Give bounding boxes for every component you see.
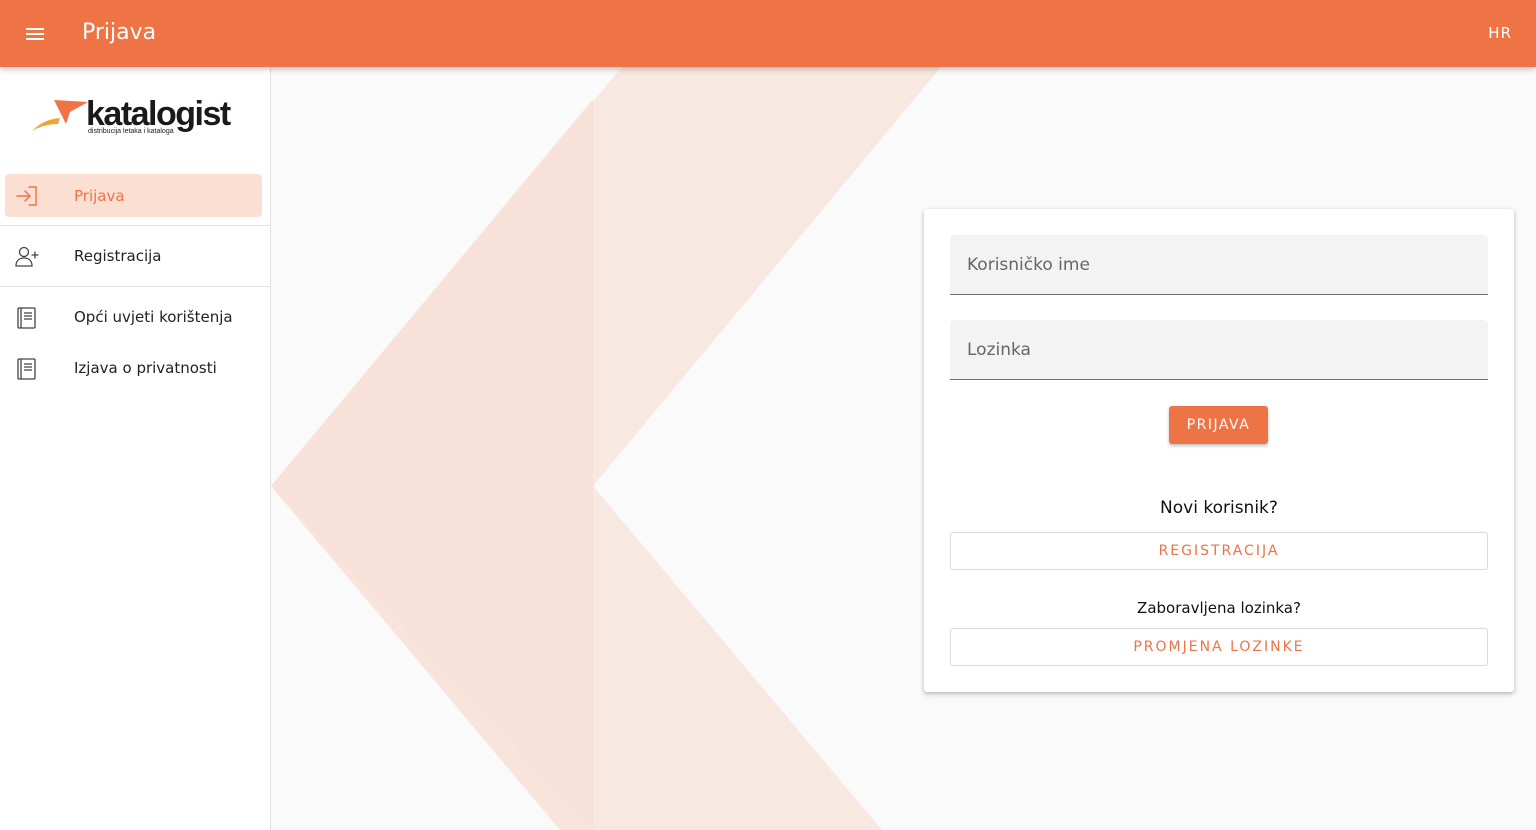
username-field[interactable]	[950, 235, 1488, 295]
forgot-password-text: Zaboravljena lozinka?	[1137, 599, 1301, 617]
top-app-bar: Prijava HR	[0, 0, 1536, 67]
sidebar-divider	[0, 225, 270, 226]
change-password-button[interactable]: PROMJENA LOZINKE	[950, 628, 1488, 666]
sidebar-item-label: Opći uvjeti korištenja	[74, 308, 233, 326]
katalogist-logo[interactable]: katalogist distribucija letaka i katalog…	[30, 95, 240, 141]
document-icon	[13, 304, 40, 331]
sidebar-item-izjava-privatnost[interactable]: Izjava o privatnosti	[0, 343, 270, 393]
menu-icon	[26, 28, 44, 40]
page-title: Prijava	[82, 20, 157, 45]
sidebar: katalogist distribucija letaka i katalog…	[0, 67, 271, 830]
menu-button[interactable]	[14, 13, 56, 55]
password-field[interactable]	[950, 320, 1488, 380]
language-switcher[interactable]: HR	[1488, 20, 1512, 46]
sidebar-item-registracija[interactable]: Registracija	[0, 231, 270, 281]
login-card: PRIJAVA Novi korisnik? REGISTRACIJA Zabo…	[924, 209, 1514, 692]
sidebar-item-prijava[interactable]: Prijava	[5, 174, 262, 217]
logo-tagline: distribucija letaka i kataloga	[88, 128, 174, 135]
sidebar-item-label: Izjava o privatnosti	[74, 359, 217, 377]
login-button[interactable]: PRIJAVA	[1169, 406, 1268, 444]
register-button[interactable]: REGISTRACIJA	[950, 532, 1488, 570]
new-user-text: Novi korisnik?	[1160, 498, 1278, 518]
sidebar-item-label: Prijava	[74, 186, 125, 205]
sidebar-item-label: Registracija	[74, 247, 162, 265]
username-input[interactable]	[950, 235, 1488, 294]
login-icon	[13, 182, 40, 209]
bg-chevron-inner	[271, 67, 593, 830]
password-input[interactable]	[950, 320, 1488, 379]
sidebar-divider	[0, 286, 270, 287]
document-icon	[13, 355, 40, 382]
add-user-icon	[13, 243, 40, 270]
sidebar-item-opci-uvjeti[interactable]: Opći uvjeti korištenja	[0, 292, 270, 342]
logo-wordmark: katalogist	[86, 95, 231, 133]
